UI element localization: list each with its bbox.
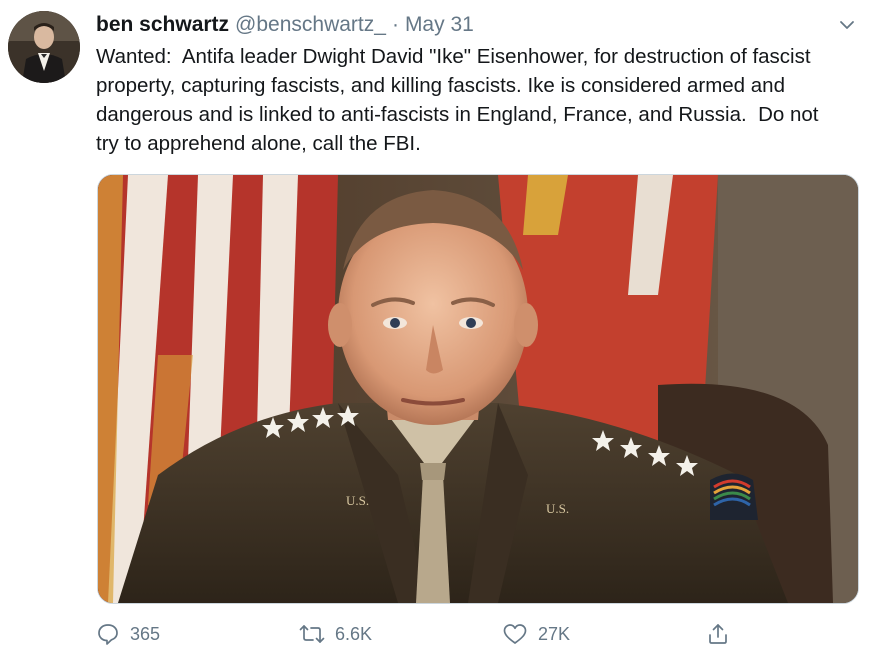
- user-handle[interactable]: @benschwartz_: [235, 13, 386, 37]
- chevron-down-icon: [840, 21, 854, 29]
- retweet-button[interactable]: 6.6K: [299, 617, 372, 651]
- tweet: ben schwartz @benschwartz_ · May 31 Want…: [0, 0, 871, 655]
- reply-icon: [98, 624, 118, 645]
- share-button[interactable]: [706, 617, 730, 651]
- collar-insignia-left: U.S.: [346, 493, 369, 508]
- header-separator: ·: [391, 13, 399, 36]
- tweet-date[interactable]: May 31: [405, 13, 474, 37]
- retweet-count: 6.6K: [335, 623, 373, 644]
- tweet-photo[interactable]: U.S. U.S.: [97, 174, 859, 604]
- display-name[interactable]: ben schwartz: [96, 13, 229, 37]
- avatar[interactable]: [8, 11, 80, 83]
- tweet-header: ben schwartz @benschwartz_ · May 31: [96, 10, 474, 40]
- tweet-actions: 365 6.6K 27K: [96, 617, 856, 651]
- heart-icon: [503, 624, 527, 644]
- share-icon: [709, 624, 727, 644]
- like-count: 27K: [538, 623, 571, 644]
- tweet-menu-button[interactable]: [834, 12, 860, 38]
- tweet-text: Wanted: Antifa leader Dwight David "Ike"…: [96, 45, 825, 155]
- retweet-icon: [299, 625, 325, 643]
- reply-button[interactable]: 365: [96, 617, 160, 651]
- collar-insignia-right: U.S.: [546, 501, 569, 516]
- like-button[interactable]: 27K: [502, 617, 570, 651]
- reply-count: 365: [130, 623, 161, 644]
